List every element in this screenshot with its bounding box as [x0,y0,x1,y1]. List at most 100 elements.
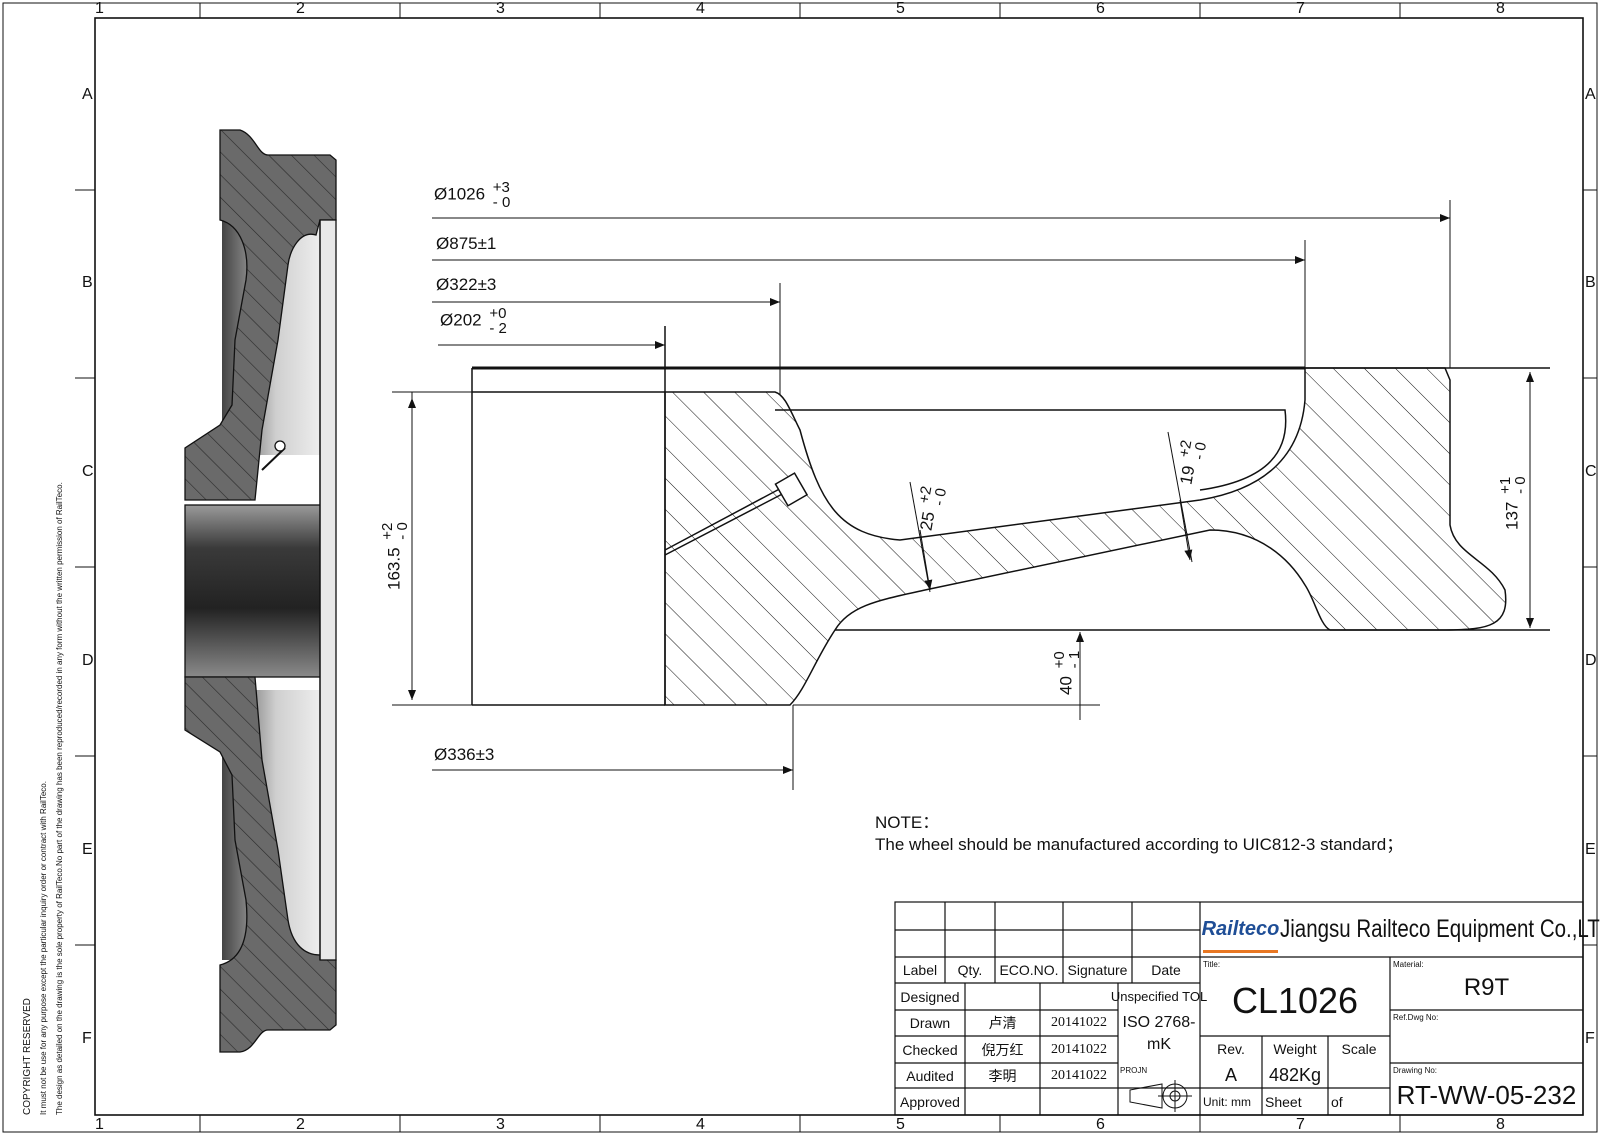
tol-lower: - 0 [492,194,511,211]
tb-row-checked-label: Checked [902,1041,958,1058]
zone-col-8: 8 [1496,0,1505,17]
projection-symbol [1129,1080,1192,1112]
dim-value: 875±1 [449,234,497,253]
tb-row-checked-name: 倪万红 [981,1042,1024,1059]
zone-col-4: 4 [696,0,705,17]
tb-sheet-label: Sheet [1265,1093,1302,1110]
dim-value: 19 [1176,464,1199,487]
tb-header-eco: ECO.NO. [999,962,1059,978]
tb-header-qty: Qty. [957,962,983,978]
tol-lower: - 0 [1190,440,1211,462]
drawing-canvas [2,2,1598,1133]
tb-row-audited-name: 李明 [988,1068,1017,1085]
diameter-symbol: Ø [436,234,450,253]
zone-row-f-right: F [1585,1030,1595,1047]
dim-value: 137 [1502,501,1522,530]
copyright-notice: COPYRIGHT RESERVED It must not be use fo… [20,482,68,1115]
dim-height-163: 163.5 +2- 0 [379,522,411,590]
tol-upper: +2 [379,522,396,540]
tb-row-approved-label: Approved [900,1093,960,1110]
tol-upper: +3 [492,179,510,196]
zone-row-b-right: B [1585,274,1596,291]
tb-unit-label: Unit: mm [1203,1094,1251,1109]
tb-of-label: of [1331,1093,1343,1110]
zone-col-8-bottom: 8 [1496,1116,1505,1133]
tol-lower: - 0 [930,486,951,508]
tb-header-date: Date [1151,962,1181,978]
zone-col-4-bottom: 4 [696,1116,705,1133]
tb-rev-label: Rev. [1217,1041,1245,1057]
tb-row-drawn-label: Drawn [909,1015,951,1031]
dim-value: 322±3 [449,275,497,294]
tb-material-value: R9T [1463,974,1510,1001]
dim-diameter-202: Ø202 +0- 2 [440,306,507,336]
diameter-symbol: Ø [436,275,450,294]
dim-value: 163.5 [384,547,404,590]
tol-upper: +1 [1497,476,1514,494]
tb-ref-dwg-label: Ref.Dwg No: [1393,1012,1439,1022]
tb-rev-value: A [1224,1064,1237,1085]
dim-height-40: 40 +0- 1 [1051,650,1083,695]
zone-row-e-right: E [1585,841,1596,858]
wheel-section-view [184,129,337,1053]
tol-upper: +0 [1051,651,1068,669]
tb-weight-value: 482Kg [1268,1064,1322,1085]
tb-proj-label: PROJN [1120,1065,1148,1075]
zone-row-f: F [82,1030,92,1047]
zone-col-7-bottom: 7 [1296,1116,1305,1133]
zone-row-e: E [82,841,93,858]
tb-row-checked-date: 20141022 [1051,1041,1107,1057]
diameter-symbol: Ø [434,745,448,764]
copyright-title: COPYRIGHT RESERVED [22,998,33,1115]
zone-col-3: 3 [496,0,505,17]
tb-row-drawn-date: 20141022 [1051,1015,1107,1030]
tb-row-audited-date: 20141022 [1051,1067,1107,1083]
dim-value: 202 [453,310,482,330]
company-logo: Railteco [1202,908,1279,953]
tb-header-signature: Signature [1067,962,1128,978]
tb-header-label: Label [902,962,938,978]
diameter-symbol: Ø [434,184,448,204]
zone-col-2: 2 [296,0,305,17]
zone-col-1: 1 [95,0,104,17]
zone-col-6-bottom: 6 [1096,1116,1105,1133]
tol-upper: +0 [489,305,507,322]
tb-row-drawn-name: 卢清 [988,1016,1017,1032]
zone-col-5-bottom: 5 [896,1116,905,1133]
zone-col-2-bottom: 2 [296,1116,305,1133]
dim-height-137: 137 +1- 0 [1497,476,1529,530]
dim-value: 1026 [447,184,486,204]
dim-value: 25 [916,510,939,533]
zone-row-c-right: C [1585,463,1597,480]
dim-value: 336±3 [447,745,495,764]
dim-diameter-336: Ø336±3 [434,745,494,765]
tb-drawing-no-value: RT-WW-05-232 [1396,1080,1577,1110]
zone-row-d-right: D [1585,652,1597,669]
wheel-profile-view [471,326,1550,706]
tb-scale-label: Scale [1341,1041,1377,1057]
dim-value: 40 [1056,676,1076,695]
zone-col-7: 7 [1296,0,1305,17]
zone-col-3-bottom: 3 [496,1116,505,1133]
dim-diameter-1026: Ø1026 +3- 0 [434,180,510,210]
zone-col-6: 6 [1096,0,1105,17]
tb-weight-label: Weight [1273,1041,1317,1057]
tb-iso-class: mK [1147,1036,1171,1053]
tb-drawing-no-label: Drawing No: [1393,1065,1438,1075]
zone-row-a-right: A [1585,86,1596,103]
tol-lower: - 1 [1066,650,1083,669]
zone-row-d: D [82,652,94,669]
dim-diameter-875: Ø875±1 [436,234,496,254]
zone-row-b: B [82,274,93,291]
tb-title-value: CL1026 [1231,980,1359,1021]
tol-lower: - 0 [1512,476,1529,494]
zone-col-5: 5 [896,0,905,17]
zone-row-a: A [82,86,93,103]
dim-diameter-322: Ø322±3 [436,275,496,295]
tol-lower: - 2 [489,320,507,337]
copyright-line-1: It must not be use for any purpose excep… [39,781,48,1115]
tb-iso: ISO 2768- [1122,1014,1196,1031]
tb-unspecified-tol: Unspecified TOL [1110,989,1208,1004]
note-text: The wheel should be manufactured accordi… [875,835,1404,854]
copyright-line-2: The design as detailed on the drawing is… [55,482,64,1115]
